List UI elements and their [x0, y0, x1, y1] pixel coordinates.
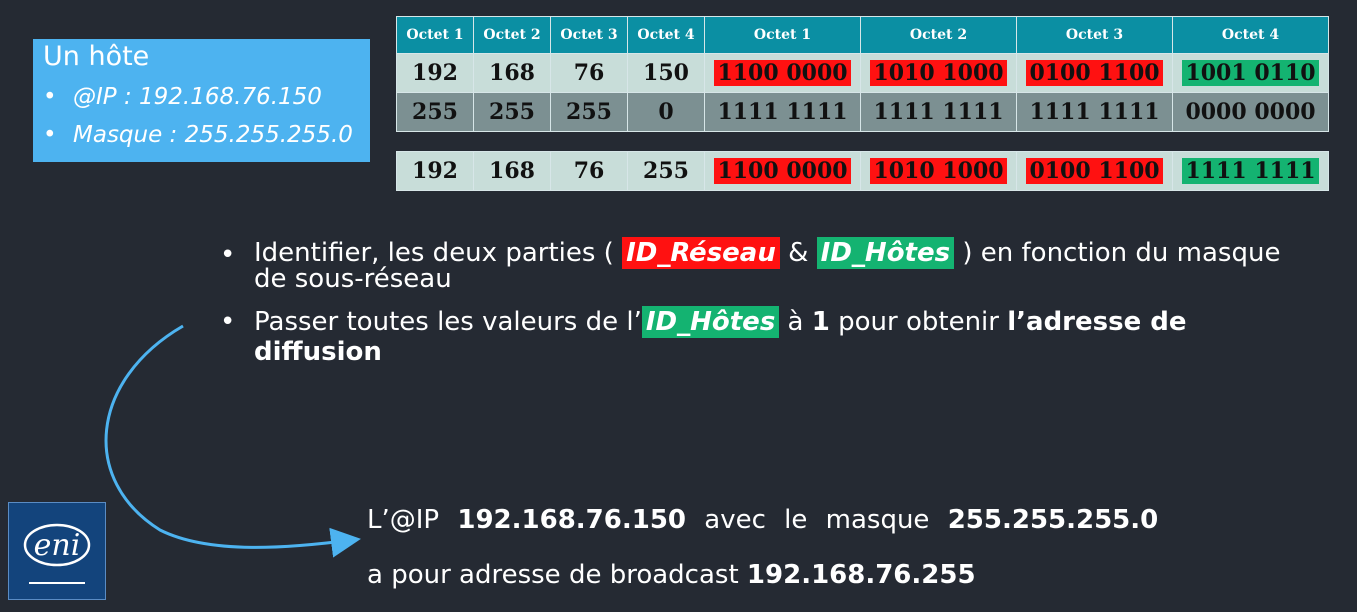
network-bits: 1010 1000 — [870, 60, 1007, 86]
text-span: L’@IP — [367, 505, 458, 535]
table-cell: 1010 1000 — [860, 53, 1017, 93]
network-bits: 0100 1100 — [1026, 60, 1163, 86]
octet-table: Octet 1 Octet 2 Octet 3 Octet 4 Octet 1 … — [396, 16, 1329, 191]
header-octet1-dec: Octet 1 — [396, 16, 474, 54]
result-line-2: a pour adresse de broadcast 192.168.76.2… — [367, 560, 976, 590]
svg-text:eni: eni — [34, 528, 81, 563]
text-span: à — [779, 307, 812, 337]
header-octet3-bin: Octet 3 — [1016, 16, 1173, 54]
table-cell: 1010 1000 — [860, 151, 1017, 191]
value-one: 1 — [811, 307, 830, 337]
table-cell: 192 — [396, 53, 474, 93]
table-cell: 1111 1111 — [860, 92, 1017, 132]
text-span: avec le masque — [686, 505, 948, 535]
ip-row: 192 168 76 150 1100 0000 1010 1000 0100 … — [396, 53, 1329, 93]
bullet-broadcast-text: Passer toutes les valeurs de l’ ID_Hôtes … — [254, 306, 1320, 367]
gap-cell — [396, 131, 1329, 152]
result-broadcast: 192.168.76.255 — [746, 560, 976, 590]
network-bits: 1100 0000 — [714, 60, 851, 86]
table-cell: 0000 0000 — [1172, 92, 1329, 132]
table-cell: 1001 0110 — [1172, 53, 1329, 93]
header-octet1-bin: Octet 1 — [704, 16, 861, 54]
table-cell: 76 — [550, 53, 628, 93]
network-bits: 1100 0000 — [714, 158, 851, 184]
network-bits: 1010 1000 — [870, 158, 1007, 184]
text-span: & — [779, 238, 817, 268]
table-cell: 1100 0000 — [704, 151, 861, 191]
header-octet2-bin: Octet 2 — [860, 16, 1017, 54]
network-bits: 0100 1100 — [1026, 158, 1163, 184]
table-cell: 255 — [627, 151, 705, 191]
bullet-identify-text: Identifier, les deux parties ( ID_Réseau… — [254, 237, 1320, 292]
table-cell: 255 — [473, 92, 551, 132]
text-span: pour obtenir — [829, 307, 1008, 337]
table-cell: 0 — [627, 92, 705, 132]
table-cell: 1111 1111 — [1016, 92, 1173, 132]
header-octet3-dec: Octet 3 — [550, 16, 628, 54]
eni-logo: eni — [8, 502, 106, 600]
id-hotes-tag: ID_Hôtes — [816, 237, 955, 269]
table-cell: 192 — [396, 151, 474, 191]
table-cell: 168 — [473, 151, 551, 191]
table-cell: 1111 1111 — [1172, 151, 1329, 191]
id-hotes-tag: ID_Hôtes — [641, 306, 780, 338]
table-cell: 1111 1111 — [704, 92, 861, 132]
host-bits: 1111 1111 — [1182, 158, 1319, 184]
header-octet4-dec: Octet 4 — [627, 16, 705, 54]
header-octet2-dec: Octet 2 — [473, 16, 551, 54]
table-cell: 168 — [473, 53, 551, 93]
table-cell: 0100 1100 — [1016, 53, 1173, 93]
result-mask: 255.255.255.0 — [947, 505, 1159, 535]
header-octet4-bin: Octet 4 — [1172, 16, 1329, 54]
table-cell: 150 — [627, 53, 705, 93]
text-span: a pour adresse de broadcast — [367, 560, 747, 590]
result-ip: 192.168.76.150 — [457, 505, 687, 535]
table-header-row: Octet 1 Octet 2 Octet 3 Octet 4 Octet 1 … — [396, 16, 1329, 54]
host-bits: 1001 0110 — [1182, 60, 1319, 86]
table-cell: 255 — [396, 92, 474, 132]
table-cell: 1100 0000 — [704, 53, 861, 93]
table-cell: 76 — [550, 151, 628, 191]
result-line-1: L’@IP 192.168.76.150 avec le masque 255.… — [367, 505, 1158, 535]
eni-logo-icon: eni — [23, 523, 91, 584]
table-gap — [396, 131, 1329, 152]
mask-row: 255 255 255 0 1111 1111 1111 1111 1111 1… — [396, 92, 1329, 132]
broadcast-row: 192 168 76 255 1100 0000 1010 1000 0100 … — [396, 151, 1329, 191]
id-reseau-tag: ID_Réseau — [622, 237, 780, 269]
table-cell: 0100 1100 — [1016, 151, 1173, 191]
table-cell: 255 — [550, 92, 628, 132]
